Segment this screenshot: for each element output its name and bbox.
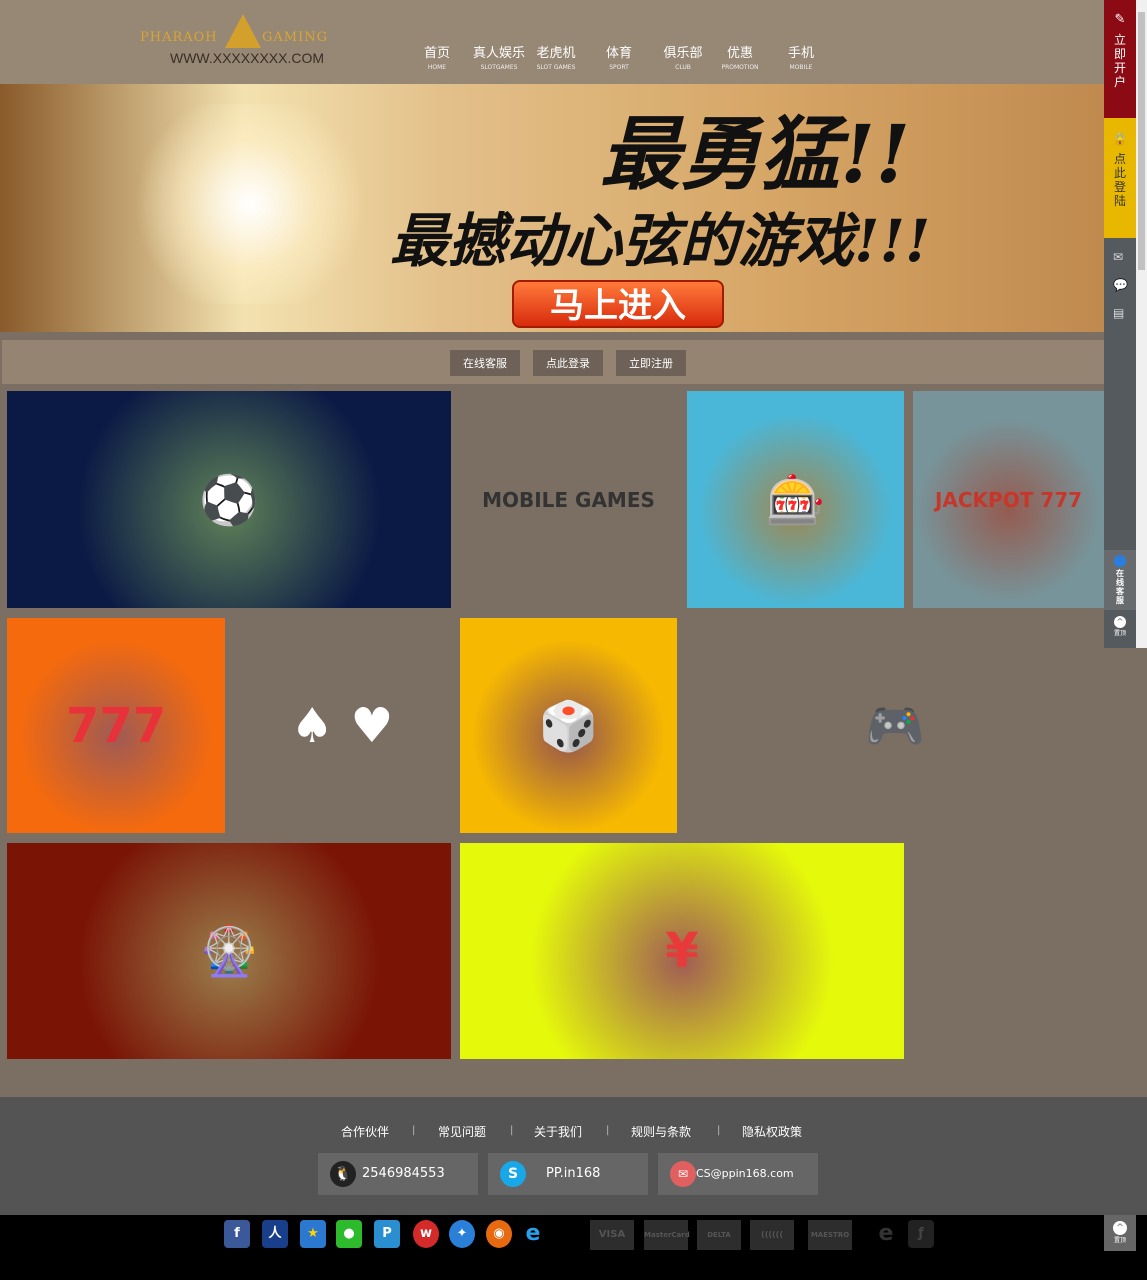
scrollbar[interactable]: [1136, 0, 1147, 648]
wechat-icon[interactable]: ●: [336, 1220, 362, 1248]
header: PHARAOH GAMING WWW.XXXXXXXX.COM 首页 HOME 真人…: [0, 0, 1104, 84]
delta-icon: DELTA: [697, 1220, 741, 1250]
skype-icon: S: [500, 1161, 526, 1187]
game-tile-slot-777[interactable]: 777: [7, 618, 225, 833]
divider: |: [606, 1125, 610, 1136]
sidebar-register[interactable]: ✎ 立即开户: [1104, 0, 1136, 118]
game-tile-casino-mobile[interactable]: 🎮: [686, 618, 1104, 833]
qzone-icon[interactable]: ★: [300, 1220, 326, 1248]
sidebar-top-button[interactable]: ^ 置顶: [1104, 612, 1136, 648]
footer-link-terms[interactable]: 规则与条款: [631, 1123, 691, 1140]
facebook-icon[interactable]: f: [224, 1220, 250, 1248]
game-tile-mobile-games[interactable]: MOBILE GAMES: [460, 391, 677, 608]
tile-art: 🎡: [199, 923, 259, 980]
firefox-icon[interactable]: ◉: [486, 1220, 512, 1248]
safari-icon[interactable]: ✦: [449, 1220, 475, 1248]
pyramid-logo-icon: [225, 14, 261, 48]
footer: 合作伙伴 | 常见问题 | 关于我们 | 规则与条款 | 隐私权政策 🐧 254…: [0, 1097, 1147, 1215]
quick-buttons: 在线客服 点此登录 立即注册: [2, 340, 1104, 384]
scrollbar-thumb[interactable]: [1138, 12, 1145, 270]
tile-art: 777: [65, 697, 167, 754]
skype-contact[interactable]: S PP.in168: [488, 1153, 648, 1195]
tile-art: MOBILE GAMES: [482, 487, 655, 512]
weibo-icon[interactable]: w: [413, 1220, 439, 1248]
footer-link-faq[interactable]: 常见问题: [438, 1123, 486, 1140]
logo-left: PHARAOH: [140, 30, 218, 45]
document-icon[interactable]: ▤: [1113, 306, 1124, 320]
game-tile-red-envelope[interactable]: ¥: [460, 843, 904, 1059]
tile-art: ¥: [665, 923, 699, 979]
lock-icon: 🔒: [1112, 132, 1128, 146]
email-contact[interactable]: ✉ CS@ppin168.com: [658, 1153, 818, 1195]
qq-penguin-icon: 🐧: [330, 1161, 356, 1187]
bottom-bar: f 人 ★ ● P w ✦ ◉ e VISA MasterCard DELTA …: [0, 1215, 1147, 1280]
site-url: WWW.XXXXXXXX.COM: [170, 50, 325, 66]
ie-gray-icon: e: [878, 1221, 894, 1246]
online-service-button[interactable]: 在线客服: [450, 350, 520, 376]
chat-icon: [1114, 555, 1126, 567]
banner-glow: [120, 104, 380, 304]
chat-bubbles-icon[interactable]: 💬: [1113, 278, 1128, 292]
logo-right: GAMING: [262, 30, 328, 45]
game-tile-playing-cards[interactable]: ♠ ♥: [233, 618, 451, 833]
footer-link-about[interactable]: 关于我们: [534, 1123, 582, 1140]
logo[interactable]: PHARAOH GAMING WWW.XXXXXXXX.COM: [140, 14, 340, 70]
divider: |: [717, 1125, 721, 1136]
maestro-icon: MAESTRO: [808, 1220, 852, 1250]
banner-headline: 最勇猛!!: [600, 107, 911, 201]
sidebar: ✎ 立即开户 🔒 点此登陆 ✉ 💬 ▤ 在线客服 ^ 置顶: [1104, 0, 1136, 648]
chevron-up-icon: ^: [1114, 616, 1126, 628]
game-tile-sports-betting[interactable]: ⚽: [7, 391, 451, 608]
qq-contact[interactable]: 🐧 2546984553: [318, 1153, 478, 1195]
game-tile-jackpot-777[interactable]: JACKPOT 777: [913, 391, 1104, 608]
divider: |: [510, 1125, 514, 1136]
divider: |: [412, 1125, 416, 1136]
tile-art: 🎲: [538, 698, 599, 754]
tile-art: 🎮: [865, 698, 925, 754]
footer-link-partners[interactable]: 合作伙伴: [341, 1123, 389, 1140]
visa-icon: VISA: [590, 1220, 634, 1250]
game-tile-golden-roulette[interactable]: 🎡: [7, 843, 451, 1059]
enter-now-button[interactable]: 马上进入: [512, 280, 724, 328]
pencil-icon: ✎: [1114, 12, 1126, 27]
tile-art: 🎰: [765, 472, 826, 528]
game-tile-roulette-chips[interactable]: 🎰: [687, 391, 904, 608]
login-button[interactable]: 点此登录: [533, 350, 603, 376]
nav-mobile[interactable]: 手机 MOBILE: [761, 42, 841, 71]
hero-banner: 最勇猛!! 最撼动心弦的游戏!!! 马上进入: [0, 84, 1104, 332]
chevron-up-icon: ^: [1113, 1221, 1127, 1235]
mastercard-icon: MasterCard: [644, 1220, 690, 1250]
tile-art: ♠ ♥: [290, 697, 394, 754]
contactless-icon: ((((((: [750, 1220, 794, 1250]
pp-icon[interactable]: P: [374, 1220, 400, 1248]
renren-icon[interactable]: 人: [262, 1220, 288, 1248]
tile-art: ⚽: [199, 472, 259, 528]
sidebar-login[interactable]: 🔒 点此登陆: [1104, 118, 1136, 238]
mail-icon: ✉: [670, 1161, 696, 1187]
register-button[interactable]: 立即注册: [616, 350, 686, 376]
game-tile-casino-girl[interactable]: 🎲: [460, 618, 677, 833]
mail-icon[interactable]: ✉: [1113, 250, 1123, 264]
back-to-top-button[interactable]: ^ 置顶: [1104, 1215, 1136, 1251]
ie-icon[interactable]: e: [520, 1220, 546, 1248]
tile-art: JACKPOT 777: [934, 487, 1083, 512]
sidebar-online-service[interactable]: 在线客服: [1104, 550, 1136, 610]
flash-icon: ƒ: [908, 1220, 934, 1248]
footer-link-privacy[interactable]: 隐私权政策: [742, 1123, 802, 1140]
banner-subline: 最撼动心弦的游戏!!!: [390, 207, 931, 275]
